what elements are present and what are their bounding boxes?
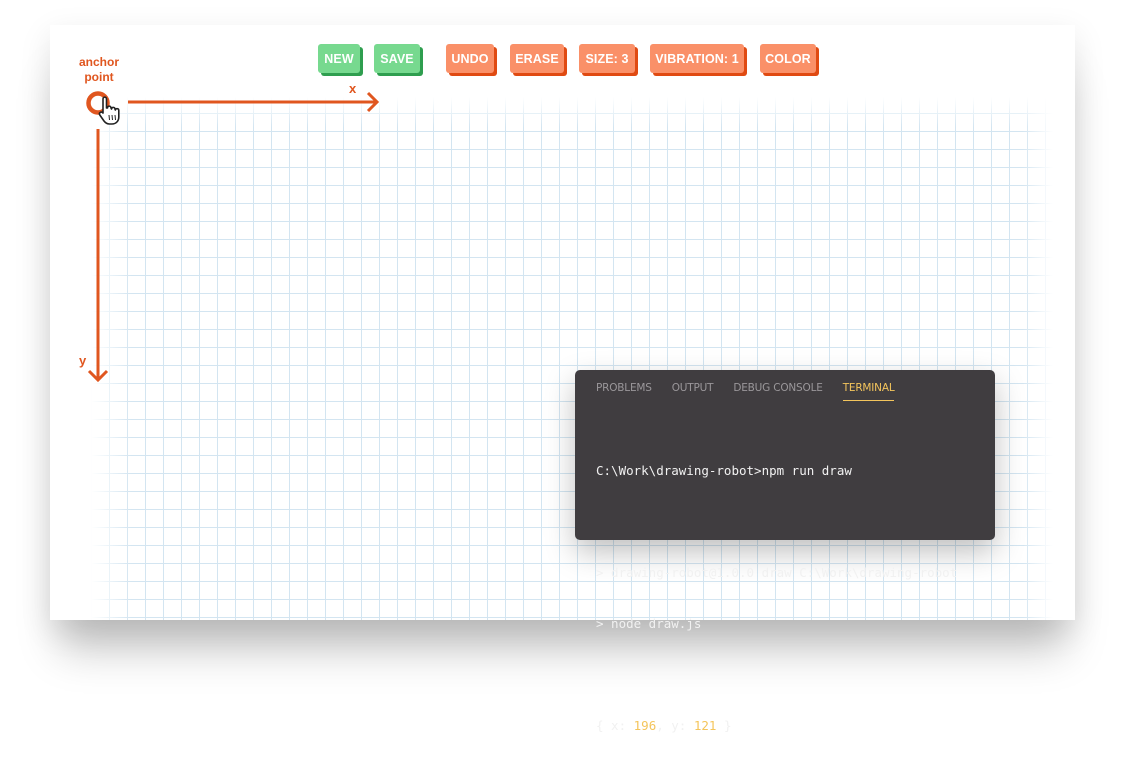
terminal-script-line-1: > drawing-robot@1.0.0 draw C:\Work\drawi… (596, 565, 958, 580)
vibration-button[interactable]: VIBRATION: 1 (650, 44, 744, 73)
undo-button[interactable]: UNDO (446, 44, 494, 73)
anchor-label-line2: point (84, 70, 114, 84)
anchor-point-label: anchor point (74, 55, 124, 85)
drawing-app-window: NEW SAVE UNDO ERASE SIZE: 3 VIBRATION: 1… (50, 25, 1075, 733)
panel-tabs: PROBLEMS OUTPUT DEBUG CONSOLE TERMINAL (596, 382, 914, 401)
tab-terminal[interactable]: TERMINAL (842, 382, 895, 401)
terminal-result-line: { x: 196, y: 121 } (596, 717, 957, 734)
tab-problems[interactable]: PROBLEMS (596, 382, 652, 401)
result-separator: , y: (656, 718, 694, 733)
result-open: { x: (596, 718, 634, 733)
terminal-output[interactable]: C:\Work\drawing-robot>npm run draw > dra… (596, 428, 957, 768)
x-axis-label: x (349, 81, 357, 96)
terminal-script-line-2: > node draw.js (596, 616, 702, 631)
erase-button[interactable]: ERASE (510, 44, 564, 73)
y-axis-label: y (79, 353, 87, 368)
save-button[interactable]: SAVE (374, 44, 420, 73)
new-button[interactable]: NEW (318, 44, 360, 73)
result-x-value: 196 (633, 718, 657, 733)
result-close: } (716, 718, 732, 733)
size-button[interactable]: SIZE: 3 (579, 44, 635, 73)
anchor-label-line1: anchor (78, 55, 119, 69)
result-y-value: 121 (693, 718, 717, 733)
color-button[interactable]: COLOR (760, 44, 816, 73)
tab-debug-console[interactable]: DEBUG CONSOLE (733, 382, 823, 401)
tab-output[interactable]: OUTPUT (672, 382, 714, 401)
terminal-panel: PROBLEMS OUTPUT DEBUG CONSOLE TERMINAL C… (575, 370, 995, 733)
terminal-command-line: C:\Work\drawing-robot>npm run draw (596, 463, 852, 478)
